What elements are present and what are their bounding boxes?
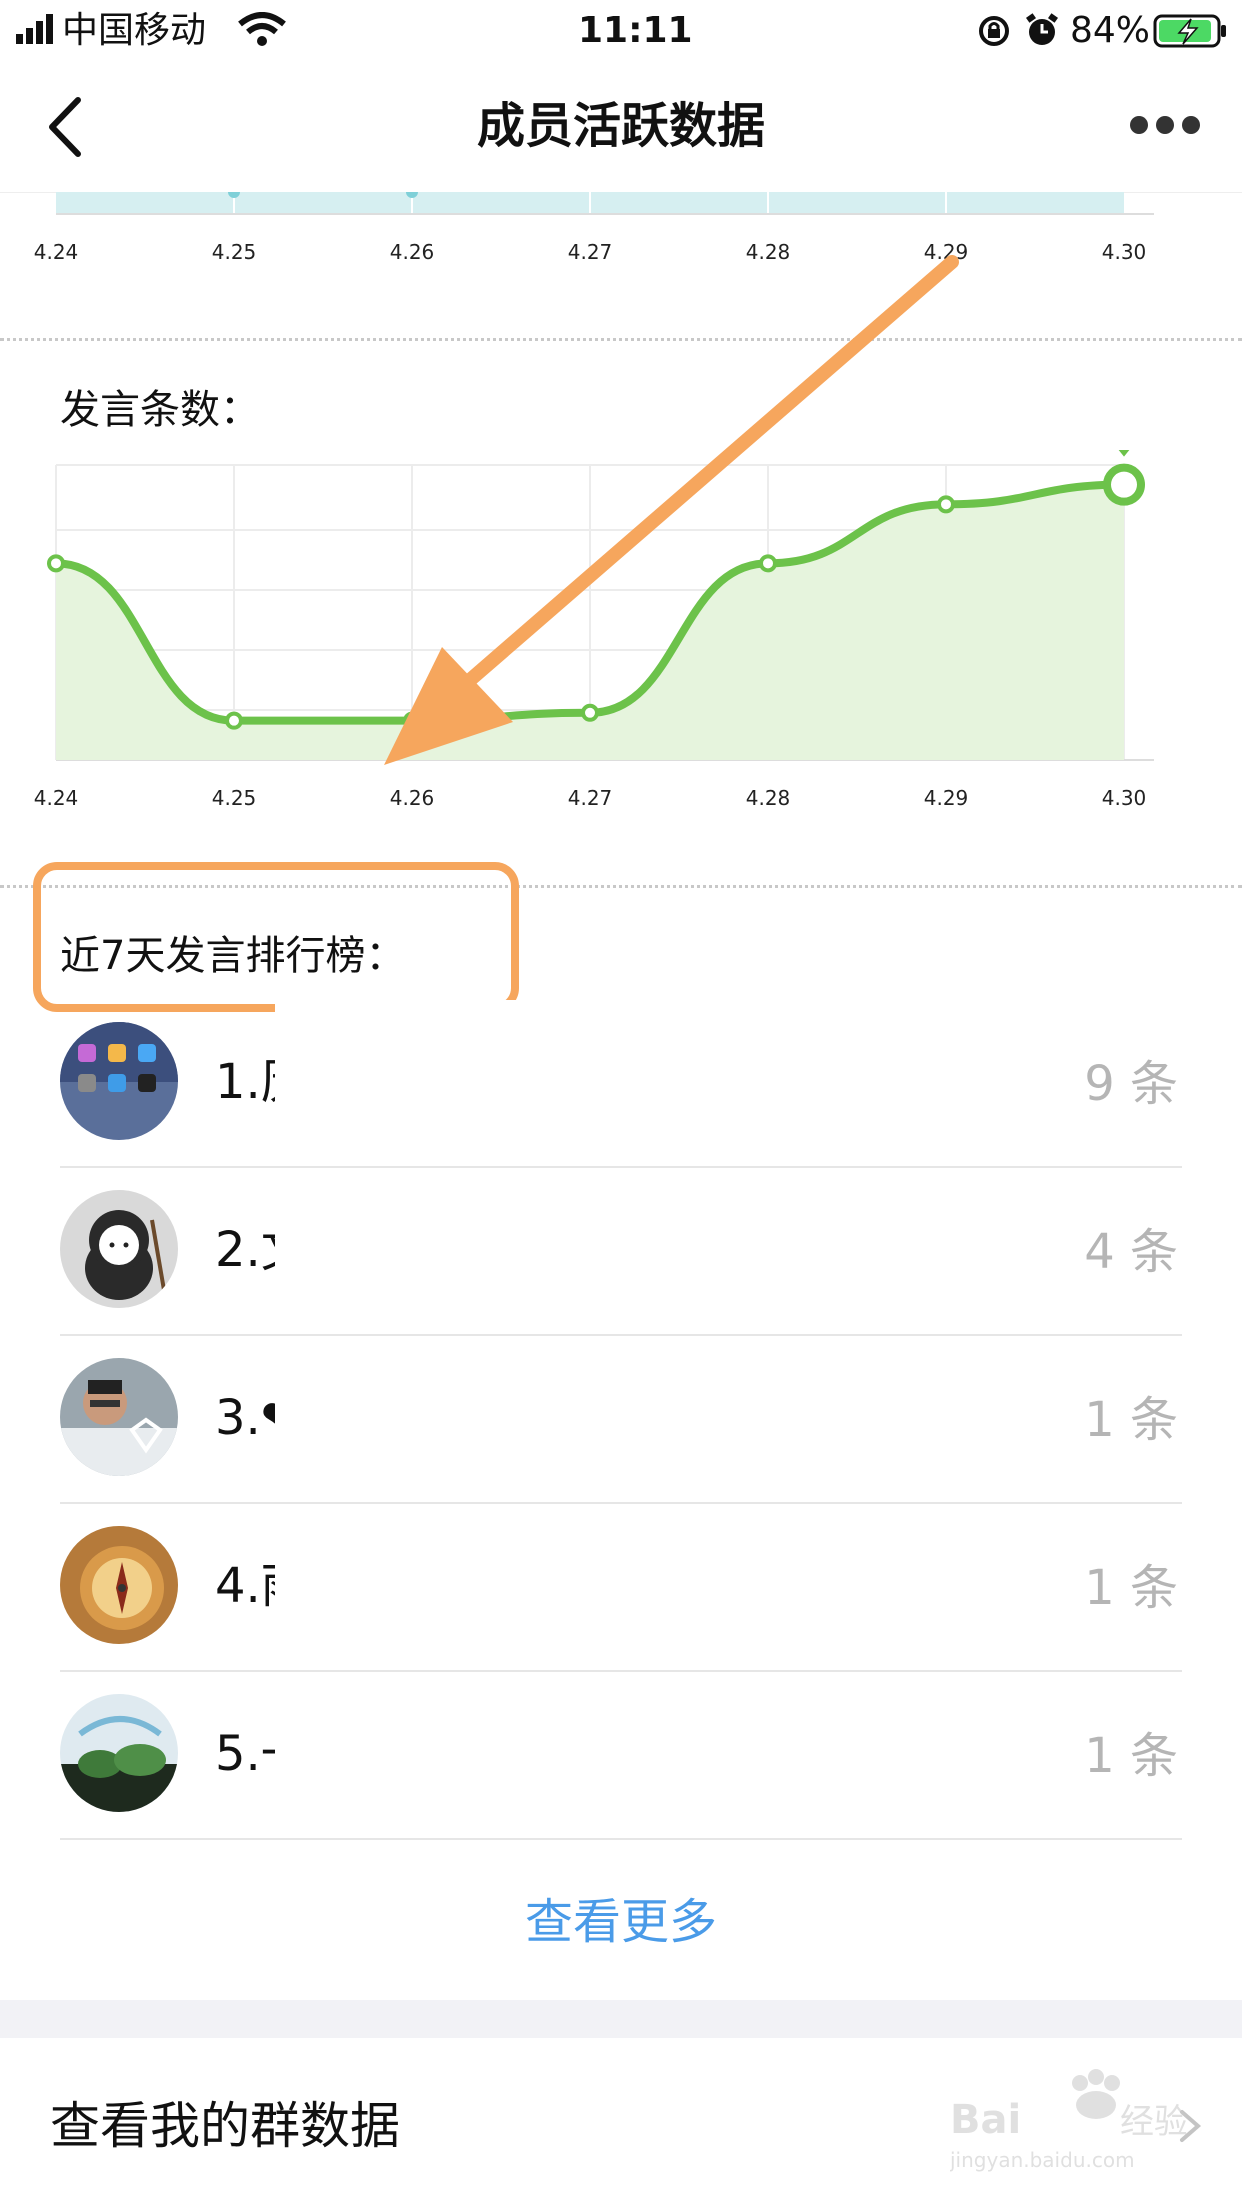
- x-tick-label: 4.27: [568, 240, 613, 264]
- member-name: 5.一: [215, 1726, 275, 1782]
- dot-icon: [1130, 116, 1148, 134]
- svg-text:jingyan.baidu.com: jingyan.baidu.com: [950, 2148, 1135, 2172]
- data-point: [403, 711, 421, 730]
- more-options-button[interactable]: [1130, 110, 1200, 140]
- redaction-mask: [275, 1336, 677, 1504]
- message-count: 1 条: [1084, 1392, 1178, 1448]
- data-point: [225, 711, 243, 730]
- avatar: [60, 1358, 178, 1476]
- x-tick-label: 4.26: [390, 240, 435, 264]
- avatar: [60, 1694, 178, 1812]
- carrier-label: 中国移动: [62, 10, 207, 51]
- x-tick-label: 4.25: [212, 240, 257, 264]
- x-tick-label: 4.29: [924, 786, 969, 810]
- x-tick-label: 4.28: [746, 240, 791, 264]
- ranking-row[interactable]: 5.一 1 条: [0, 1672, 1242, 1840]
- redaction-mask: [275, 1672, 677, 1840]
- data-point: [47, 554, 65, 573]
- message-count: 1 条: [1084, 1728, 1178, 1784]
- x-tick-label: 4.25: [212, 786, 257, 810]
- data-point: [581, 703, 599, 722]
- x-tick-label: 4.28: [746, 786, 791, 810]
- baidu-watermark-logo: Bai 经验 jingyan.baidu.com: [950, 2069, 1188, 2172]
- ranking-row[interactable]: 4.雨 1 条: [0, 1504, 1242, 1672]
- status-bar: 中国移动 11:11 84%: [0, 0, 1242, 62]
- redaction-mask: [275, 1504, 677, 1672]
- battery-percent: 84%: [1070, 10, 1151, 51]
- ranking-row[interactable]: 2.文 4 条: [0, 1168, 1242, 1336]
- ranking-title: 近7天发言排行榜：: [60, 933, 406, 979]
- wifi-icon: [238, 12, 286, 46]
- svg-text:经验: 经验: [1120, 2102, 1188, 2142]
- message-count: 9 条: [1084, 1056, 1178, 1112]
- section-divider: [0, 338, 1242, 341]
- my-group-data-link[interactable]: 查看我的群数据: [50, 2094, 400, 2158]
- value-tooltip: 7: [1118, 450, 1130, 457]
- message-count-chart: 4.24 4.25 4.26 4.27 4.28 4.29 4.30 7: [34, 450, 1154, 810]
- message-count-title: 发言条数：: [60, 387, 260, 433]
- message-count: 1 条: [1084, 1560, 1178, 1616]
- x-tick-label: 4.30: [1102, 786, 1147, 810]
- x-tick-label: 4.24: [34, 786, 79, 810]
- data-point[interactable]: [1103, 463, 1145, 506]
- tooltip-pointer: [1118, 450, 1130, 457]
- x-tick-label: 4.30: [1102, 240, 1147, 264]
- view-more-link[interactable]: 查看更多: [0, 1890, 1242, 1954]
- x-tick-label: 4.26: [390, 786, 435, 810]
- members-chart-bottom: 4.24 4.25 4.26 4.27 4.28 4.29 4.30: [34, 192, 1154, 264]
- x-tick-label: 4.27: [568, 786, 613, 810]
- x-tick-label: 4.24: [34, 240, 79, 264]
- avatar: [60, 1526, 178, 1644]
- battery-charging-icon: [1153, 14, 1226, 48]
- nav-bar: 成员活跃数据: [0, 62, 1242, 192]
- member-name: 4.雨: [215, 1558, 275, 1614]
- page-title: 成员活跃数据: [476, 98, 765, 154]
- redaction-mask: [275, 1168, 677, 1336]
- member-name: 2.文: [215, 1222, 275, 1278]
- x-tick-label: 4.29: [924, 240, 969, 264]
- section-spacer: [0, 2000, 1242, 2038]
- signal-icon: [16, 14, 53, 44]
- svg-text:Bai: Bai: [950, 2097, 1021, 2143]
- data-point: [759, 554, 777, 573]
- dot-icon: [1156, 116, 1174, 134]
- data-point: [937, 495, 955, 514]
- clock: 11:11: [578, 10, 693, 51]
- member-name: 3.❤: [215, 1390, 275, 1446]
- alarm-icon: [1026, 13, 1058, 45]
- rotation-lock-icon: [979, 16, 1009, 46]
- dot-icon: [1182, 116, 1200, 134]
- message-count: 4 条: [1084, 1224, 1178, 1280]
- avatar: [60, 1190, 178, 1308]
- ranking-row[interactable]: 1.历 9 条: [0, 1000, 1242, 1168]
- ranking-row[interactable]: 3.❤ 1 条: [0, 1336, 1242, 1504]
- row-divider: [60, 1838, 1182, 1840]
- avatar: [60, 1022, 178, 1140]
- redaction-mask: [275, 1000, 677, 1168]
- member-name: 1.历: [215, 1054, 275, 1110]
